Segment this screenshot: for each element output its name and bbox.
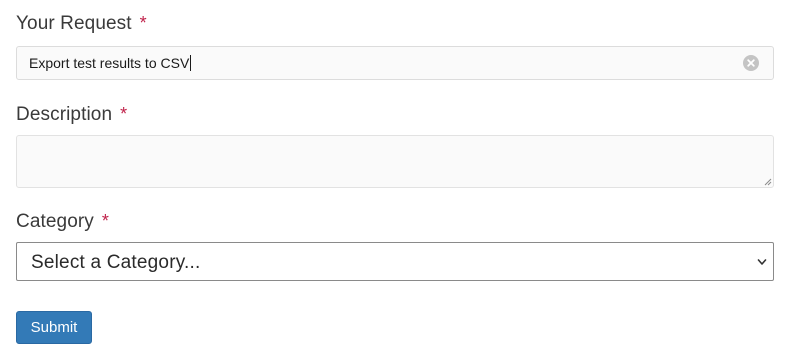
request-label: Your Request bbox=[16, 13, 132, 34]
request-required-marker: * bbox=[139, 13, 147, 33]
description-label: Description bbox=[16, 104, 113, 125]
request-input-value-wrap: Export test results to CSV bbox=[29, 55, 192, 71]
category-label: Category bbox=[16, 211, 94, 232]
description-label-row: Description * bbox=[16, 104, 127, 126]
request-label-row: Your Request * bbox=[16, 13, 147, 35]
category-select[interactable]: Select a Category... bbox=[16, 242, 774, 281]
resize-grip-icon[interactable] bbox=[764, 178, 772, 186]
clear-circle-icon[interactable] bbox=[743, 55, 759, 71]
text-caret bbox=[190, 55, 192, 71]
category-selected-value: Select a Category... bbox=[31, 252, 201, 273]
description-textarea[interactable] bbox=[16, 135, 774, 188]
request-input-value: Export test results to CSV bbox=[29, 55, 190, 71]
category-label-row: Category * bbox=[16, 211, 109, 233]
category-required-marker: * bbox=[101, 211, 110, 231]
submit-button[interactable]: Submit bbox=[16, 311, 92, 344]
chevron-down-icon bbox=[757, 259, 767, 265]
request-input[interactable]: Export test results to CSV bbox=[16, 46, 774, 80]
description-required-marker: * bbox=[120, 104, 128, 124]
